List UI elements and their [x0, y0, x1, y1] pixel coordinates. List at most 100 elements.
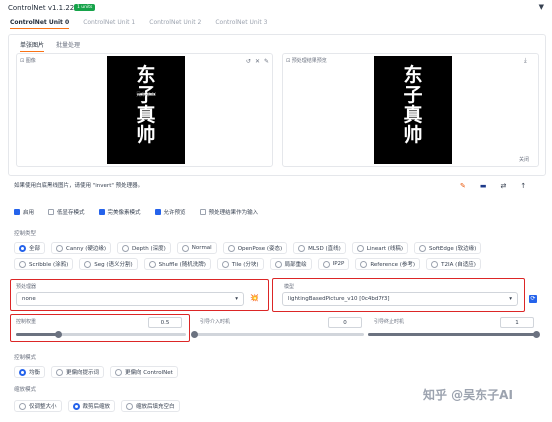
radio-icon	[56, 368, 64, 376]
enable-checkbox[interactable]: 启用	[14, 208, 34, 216]
radio-icon	[126, 402, 134, 410]
control-type-all[interactable]: 全部	[14, 242, 46, 254]
control-mode-prompt[interactable]: 更偏向提示词	[51, 366, 105, 378]
radio-icon	[274, 260, 282, 268]
tab-unit-1[interactable]: ControlNet Unit 1	[83, 19, 135, 29]
radio-icon	[115, 368, 123, 376]
close-icon[interactable]: ✕	[255, 58, 260, 65]
control-type-ip2p[interactable]: IP2P	[317, 258, 350, 270]
control-type-lineart[interactable]: Lineart (线稿)	[351, 242, 409, 254]
checkbox-icon	[98, 209, 105, 215]
invert-hint: 如果使用白底黑线图片，请使用 "invert" 预处理器。	[14, 183, 144, 189]
preprocessor-value: none	[22, 296, 36, 302]
start-slider[interactable]	[194, 333, 364, 336]
undo-icon[interactable]: ↺	[246, 58, 251, 65]
end-slider[interactable]	[368, 333, 536, 336]
control-type-canny[interactable]: Canny (硬边缘)	[51, 242, 111, 254]
control-type-tile[interactable]: Tile (分块)	[216, 258, 264, 270]
tab-batch[interactable]: 批量处理	[56, 40, 80, 52]
control-type-seg[interactable]: Seg (语义分割)	[79, 258, 138, 270]
download-icon[interactable]: ⤓	[524, 57, 527, 65]
start-input[interactable]: 0	[328, 317, 362, 328]
pixel-perfect-checkbox[interactable]: 完美像素模式	[98, 208, 141, 216]
model-select[interactable]: lightingBasedPicture_v10 [0c4bd7f3] ▾	[282, 292, 518, 306]
collapse-icon[interactable]: ▼	[539, 3, 544, 11]
radio-icon	[322, 260, 330, 268]
resize-mode-just-resize[interactable]: 仅调整大小	[14, 400, 62, 412]
end-label: 引导终止时机	[374, 319, 405, 325]
control-type-mlsd[interactable]: MLSD (直线)	[293, 242, 346, 254]
slider-thumb[interactable]	[55, 331, 62, 338]
radio-icon	[72, 402, 80, 410]
run-preprocessor-icon[interactable]: 💥	[250, 294, 259, 302]
slider-thumb[interactable]	[532, 331, 540, 338]
resize-mode-fill[interactable]: 缩放后填充空白	[121, 400, 180, 412]
checkbox-icon	[154, 209, 161, 215]
tab-unit-2[interactable]: ControlNet Unit 2	[149, 19, 201, 29]
control-type-reference[interactable]: Reference (参考)	[355, 258, 421, 270]
char-4: 帅	[136, 124, 156, 146]
tab-single-image[interactable]: 单张图片	[20, 40, 45, 52]
camera-icon[interactable]: ▬	[480, 182, 487, 190]
swap-icon[interactable]: ⇄	[501, 182, 507, 190]
control-type-normal[interactable]: Normal	[176, 242, 217, 254]
preview-close-label[interactable]: 关闭	[519, 156, 529, 163]
control-type-t2ia[interactable]: T2IA (自适应)	[426, 258, 481, 270]
control-weight-input[interactable]: 0.5	[148, 317, 182, 328]
preprocessor-select[interactable]: none ▾	[16, 292, 244, 306]
control-type-scribble[interactable]: Scribble (涂鸦)	[14, 258, 74, 270]
slider-fill	[16, 333, 59, 336]
resize-mode-crop[interactable]: 裁剪后缩放	[67, 400, 116, 412]
radio-icon	[19, 260, 26, 268]
allow-preview-checkbox[interactable]: 允许预览	[154, 208, 186, 216]
refresh-icon[interactable]: ⟳	[529, 295, 537, 303]
controlnet-title: ControlNet v1.1.224	[8, 4, 79, 12]
control-mode-controlnet[interactable]: 更偏向 ControlNet	[110, 366, 178, 378]
char-3: 真	[136, 104, 156, 126]
end-input[interactable]: 1	[500, 317, 534, 328]
checkbox-icon	[199, 209, 206, 215]
control-mode-balanced[interactable]: 均衡	[14, 366, 46, 378]
char-4: 帅	[403, 124, 423, 146]
arrow-up-icon[interactable]: ↑	[520, 182, 526, 190]
control-type-shuffle[interactable]: Shuffle (随机洗牌)	[143, 258, 211, 270]
char-1: 东	[403, 64, 423, 86]
options-checkboxes: 启用 低显存模式 完美像素模式 允许预览 预处理结果作为输入	[14, 208, 258, 216]
control-type-inpaint[interactable]: 局部重绘	[269, 258, 312, 270]
model-value: lightingBasedPicture_v10 [0c4bd7f3]	[288, 296, 390, 302]
radio-icon	[19, 244, 26, 252]
control-type-options: 全部 Canny (硬边缘) Depth (深度) Normal OpenPos…	[14, 242, 546, 270]
control-weight-label: 控制权重	[16, 319, 37, 325]
resize-mode-options: 仅调整大小 裁剪后缩放 缩放后填充空白	[14, 400, 180, 412]
brush-icon[interactable]: ✎	[264, 58, 269, 65]
control-type-openpose[interactable]: OpenPose (姿态)	[222, 242, 288, 254]
slider-thumb[interactable]	[190, 331, 198, 338]
preview-image: 东 子 真 帅	[374, 56, 452, 164]
tab-unit-0[interactable]: ControlNet Unit 0	[10, 19, 70, 29]
checkbox-icon	[48, 209, 55, 215]
radio-icon	[419, 244, 427, 252]
control-type-depth[interactable]: Depth (深度)	[117, 242, 171, 254]
radio-icon	[227, 244, 235, 252]
radio-icon	[56, 244, 64, 252]
control-type-softedge[interactable]: SoftEdge (软边缘)	[414, 242, 482, 254]
control-weight-slider[interactable]	[16, 333, 186, 336]
tool-icons: ✎ ▬ ⇄ ↑	[460, 182, 526, 190]
radio-icon	[360, 260, 368, 268]
char-1: 东	[136, 64, 156, 86]
char-3: 真	[403, 104, 423, 126]
preprocess-as-input-checkbox[interactable]: 预处理结果作为输入	[199, 208, 258, 216]
radio-icon	[221, 260, 229, 268]
input-image: 东 子 吴东子AI 真 帅	[107, 56, 185, 164]
start-label: 引导介入时机	[200, 319, 231, 325]
control-mode-title: 控制模式	[14, 355, 37, 361]
checkbox-icon	[14, 209, 20, 215]
zhihu-watermark: 知乎 @吴东子AI	[423, 388, 513, 402]
chevron-down-icon: ▾	[509, 296, 512, 302]
unit-tabs: ControlNet Unit 0 ControlNet Unit 1 Cont…	[10, 19, 267, 29]
pencil-icon[interactable]: ✎	[460, 182, 466, 190]
lowvram-checkbox[interactable]: 低显存模式	[48, 208, 85, 216]
radio-icon	[298, 244, 306, 252]
radio-icon	[431, 260, 439, 268]
tab-unit-3[interactable]: ControlNet Unit 3	[215, 19, 267, 29]
